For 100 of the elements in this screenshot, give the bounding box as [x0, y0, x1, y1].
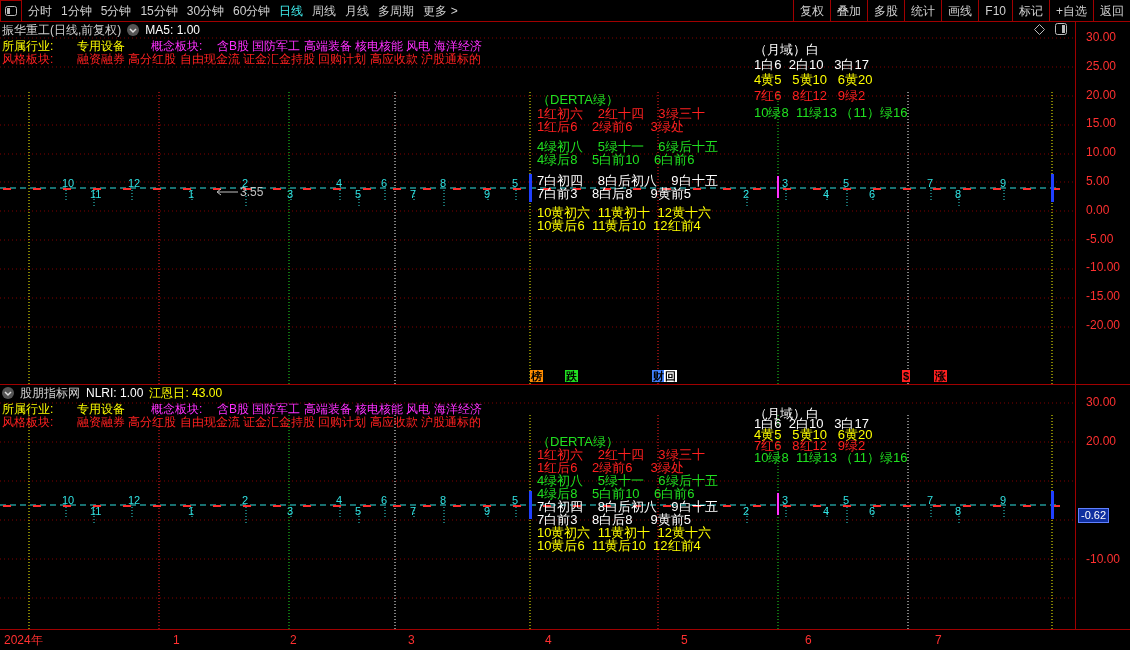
wave-label: 3 — [287, 506, 294, 517]
toolbar-button[interactable]: +自选 — [1049, 0, 1093, 21]
toolbar-button[interactable]: 复权 — [793, 0, 831, 21]
wave-label: 2 — [743, 189, 750, 200]
period-tab[interactable]: 周线 — [312, 1, 337, 20]
event-marker[interactable]: 涨 — [934, 370, 947, 382]
event-marker[interactable]: 回 — [664, 370, 677, 382]
chart-title: 振华重工(日线,前复权) — [2, 22, 122, 39]
toolbar-button[interactable]: F10 — [978, 0, 1012, 21]
wave-label: 7 — [927, 178, 934, 189]
toolbar-button[interactable]: 叠加 — [830, 0, 868, 21]
concept-list: 含B股 国防军工 高端装备 核电核能 风电 海洋经济 — [217, 40, 482, 53]
panel-toggle-icon[interactable] — [1055, 23, 1067, 35]
industry-value: 专用设备 — [77, 403, 126, 416]
arrow-icon — [216, 188, 238, 196]
period-tab[interactable]: 30分钟 — [186, 1, 225, 20]
event-marker[interactable]: 榜 — [530, 370, 543, 382]
date-axis-label: 2024年 — [4, 632, 43, 649]
axis-label: 25.00 — [1086, 59, 1117, 73]
wave-label: 6 — [869, 189, 876, 200]
axis-label: 30.00 — [1086, 396, 1117, 409]
wave-label: 11 — [90, 506, 102, 517]
indicator-value: 江恩日: 43.00 — [149, 385, 223, 402]
diamond-icon[interactable] — [1034, 23, 1045, 35]
period-tab[interactable]: 日线 — [279, 1, 304, 20]
toolbar-button[interactable]: 返回 — [1093, 0, 1130, 21]
wave-label: 3 — [782, 178, 789, 189]
axis-label: 20.00 — [1086, 435, 1117, 448]
toolbar-button[interactable]: 标记 — [1012, 0, 1049, 21]
wave-label: 6 — [869, 506, 876, 517]
concept-list: 含B股 国防军工 高端装备 核电核能 风电 海洋经济 — [217, 403, 482, 416]
month-note: 4黄5 5黄10 6黄20 — [754, 428, 873, 441]
panel-toggle-icon — [5, 6, 17, 16]
wave-label: 8 — [955, 189, 962, 200]
period-tab[interactable]: 更多 > — [423, 1, 458, 20]
wave-label: 9 — [1000, 495, 1007, 506]
chart-title: 股朋指标网 — [20, 385, 80, 402]
date-axis-label: 1 — [173, 632, 180, 649]
wave-label: 2 — [242, 178, 249, 189]
period-tab[interactable]: 月线 — [345, 1, 370, 20]
industry-label: 所属行业: — [2, 40, 55, 53]
derta-note: 4绿初八 5绿十一 6绿后十五 — [537, 474, 718, 487]
month-note: 10绿8 11绿13 （11）绿16 — [754, 451, 908, 464]
event-marker[interactable]: 跌 — [565, 370, 578, 382]
wave-label: 4 — [823, 189, 830, 200]
toolbar-button[interactable]: 统计 — [904, 0, 942, 21]
wave-label: 8 — [440, 495, 447, 506]
wave-label: 11 — [90, 189, 102, 200]
toolbar-button[interactable]: 画线 — [941, 0, 979, 21]
derta-note: 1红后6 2绿前6 3绿处 — [537, 120, 684, 133]
wave-label: 3 — [782, 495, 789, 506]
collapse-icon[interactable] — [127, 24, 140, 36]
period-tab[interactable]: 5分钟 — [100, 1, 132, 20]
axis-label: -5.00 — [1086, 232, 1114, 246]
wave-label: 12 — [128, 178, 141, 189]
concept-label: 概念板块: — [151, 403, 204, 416]
date-axis-label: 6 — [805, 632, 812, 649]
wave-label: 10 — [62, 495, 75, 506]
style-list: 融资融券 高分红股 自由现金流 证金汇金持股 回购计划 高应收款 沪股通标的 — [77, 416, 481, 429]
period-tab[interactable]: 多周期 — [378, 1, 415, 20]
derta-note: 4绿后8 5白前10 6白前6 — [537, 153, 695, 166]
axis-label: 5.00 — [1086, 175, 1110, 188]
period-tab[interactable]: 60分钟 — [233, 1, 271, 20]
wave-label: 7 — [410, 189, 417, 200]
wave-label: 7 — [410, 506, 417, 517]
wave-label: 2 — [242, 495, 249, 506]
derta-note: 10黄初六 11黄初十 12黄十六 — [537, 206, 711, 219]
wave-label: 9 — [484, 189, 491, 200]
derta-note: 7白前3 8白后8 9黄前5 — [537, 513, 691, 526]
wave-label: 4 — [336, 495, 343, 506]
wave-label: 8 — [440, 178, 447, 189]
wave-label: 4 — [336, 178, 343, 189]
industry-label: 所属行业: — [2, 403, 55, 416]
wave-label: 5 — [843, 178, 850, 189]
wave-label: 2 — [743, 506, 750, 517]
period-tab[interactable]: 分时 — [28, 1, 52, 20]
wave-label: 5 — [355, 506, 362, 517]
wave-label: 9 — [484, 506, 491, 517]
event-marker[interactable]: $ — [902, 370, 911, 382]
derta-note: 1红后6 2绿前6 3绿处 — [537, 461, 684, 474]
collapse-icon[interactable] — [2, 387, 14, 399]
month-note: 7红6 8红12 9绿2 — [754, 89, 866, 102]
wave-label: 10 — [62, 178, 75, 189]
wave-label: 1 — [188, 506, 195, 517]
derta-note: （DERTA绿） — [537, 435, 619, 448]
sidebar-toggle-button[interactable] — [0, 0, 22, 22]
axis-label: 30.00 — [1086, 31, 1117, 44]
indicator-value: NLRI: 1.00 — [86, 385, 144, 402]
wave-label: 5 — [843, 495, 850, 506]
indicator-value: MA5: 1.00 — [145, 22, 201, 39]
wave-label: 3 — [287, 189, 294, 200]
period-tab[interactable]: 15分钟 — [140, 1, 178, 20]
period-tab[interactable]: 1分钟 — [61, 1, 92, 20]
wave-label: 6 — [381, 495, 388, 506]
derta-note: 7白前3 8白后8 9黄前5 — [537, 187, 691, 200]
wave-label: 8 — [955, 506, 962, 517]
month-note: 1白6 2白10 3白17 — [754, 58, 869, 71]
toolbar-button[interactable]: 多股 — [867, 0, 905, 21]
derta-note: 10黄初六 11黄初十 12黄十六 — [537, 526, 711, 539]
axis-label: 0.00 — [1086, 203, 1110, 217]
